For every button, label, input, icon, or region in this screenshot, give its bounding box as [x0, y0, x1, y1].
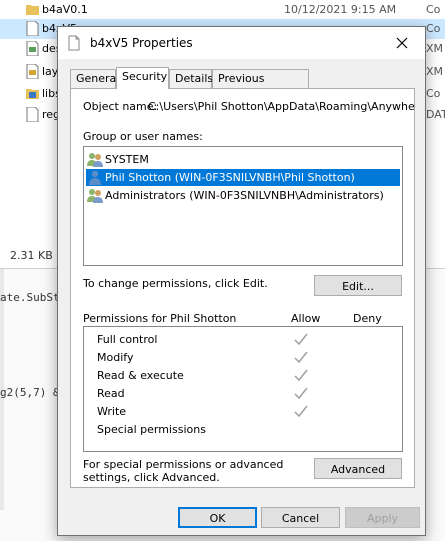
user-item-administrators[interactable]: Administrators (WIN-0F3SNILVNBH\Administ…	[86, 187, 400, 204]
close-button[interactable]	[379, 27, 425, 59]
permission-row-write: Write	[84, 403, 402, 421]
file-icon	[26, 107, 39, 122]
change-permissions-label: To change permissions, click Edit.	[83, 277, 268, 290]
permissions-list: Full control Modify Read & execute Read …	[83, 326, 403, 452]
tab-general[interactable]: General	[70, 69, 119, 88]
users-group-icon	[87, 153, 103, 167]
file-type: XM	[426, 42, 444, 55]
permission-name: Read	[97, 387, 125, 400]
permission-row-modify: Modify	[84, 349, 402, 367]
check-icon	[294, 333, 308, 346]
permission-row-read-execute: Read & execute	[84, 367, 402, 385]
layout-file-icon	[26, 41, 39, 56]
permission-name: Special permissions	[97, 423, 206, 436]
code-line: g2(5,7) &	[0, 386, 60, 399]
ok-button[interactable]: OK	[178, 507, 257, 528]
permission-name: Full control	[97, 333, 158, 346]
properties-dialog: b4xV5 Properties General Security Detail…	[57, 26, 426, 536]
object-name-value: C:\Users\Phil Shotton\AppData\Roaming\An…	[148, 100, 415, 113]
permission-name: Write	[97, 405, 127, 418]
permissions-for-label: Permissions for Phil Shotton	[83, 312, 237, 325]
permission-name: Modify	[97, 351, 134, 364]
cancel-button[interactable]: Cancel	[261, 507, 340, 528]
tab-details[interactable]: Details	[169, 69, 213, 88]
tab-previous-versions[interactable]: Previous Versions	[212, 69, 309, 103]
allow-header: Allow	[291, 312, 321, 325]
check-icon	[294, 369, 308, 382]
users-group-icon	[87, 189, 103, 203]
user-name: Phil Shotton (WIN-0F3SNILVNBH\Phil Shott…	[105, 171, 355, 184]
check-icon	[294, 387, 308, 400]
permission-name: Read & execute	[97, 369, 184, 382]
layout-file-icon	[26, 64, 39, 79]
apply-button[interactable]: Apply	[345, 507, 420, 528]
dialog-title: b4xV5 Properties	[90, 36, 193, 50]
file-properties-icon	[68, 35, 80, 51]
user-name: Administrators (WIN-0F3SNILVNBH\Administ…	[105, 189, 384, 202]
advanced-label: For special permissions or advanced sett…	[83, 458, 284, 484]
file-date: 10/12/2021 9:15 AM	[284, 3, 397, 16]
permission-row-full-control: Full control	[84, 331, 402, 349]
user-item-system[interactable]: SYSTEM	[86, 151, 400, 168]
status-size: 2.31 KB	[10, 249, 53, 262]
deny-header: Deny	[353, 312, 382, 325]
check-icon	[294, 405, 308, 418]
permission-row-read: Read	[84, 385, 402, 403]
file-type: Co	[426, 87, 441, 100]
group-label: Group or user names:	[83, 130, 203, 143]
tab-security[interactable]: Security	[116, 67, 169, 89]
object-name-label: Object name:	[83, 100, 158, 113]
user-name: SYSTEM	[105, 153, 149, 166]
file-type: Co	[426, 22, 441, 35]
folder-icon	[26, 5, 39, 15]
file-name: b4aV0.1	[42, 3, 88, 16]
edit-button[interactable]: Edit...	[314, 275, 402, 296]
folder-icon	[26, 89, 39, 99]
user-item-phil-shotton[interactable]: Phil Shotton (WIN-0F3SNILVNBH\Phil Shott…	[86, 169, 400, 186]
file-type: DAT	[426, 108, 445, 121]
check-icon	[294, 351, 308, 364]
user-listbox[interactable]: SYSTEM Phil Shotton (WIN-0F3SNILVNBH\Phi…	[83, 146, 403, 266]
permission-row-special: Special permissions	[84, 421, 402, 439]
code-line: ate.SubSt	[0, 291, 60, 304]
file-type: XM	[426, 65, 444, 78]
user-icon	[89, 170, 101, 185]
close-icon	[396, 37, 408, 49]
file-type: Co	[426, 3, 441, 16]
file-icon	[26, 21, 39, 36]
advanced-button[interactable]: Advanced	[314, 458, 402, 479]
title-bar[interactable]: b4xV5 Properties	[58, 27, 425, 59]
security-panel: Object name: C:\Users\Phil Shotton\AppDa…	[70, 88, 415, 488]
file-row[interactable]: b4aV0.1 10/12/2021 9:15 AM Co	[0, 0, 445, 20]
